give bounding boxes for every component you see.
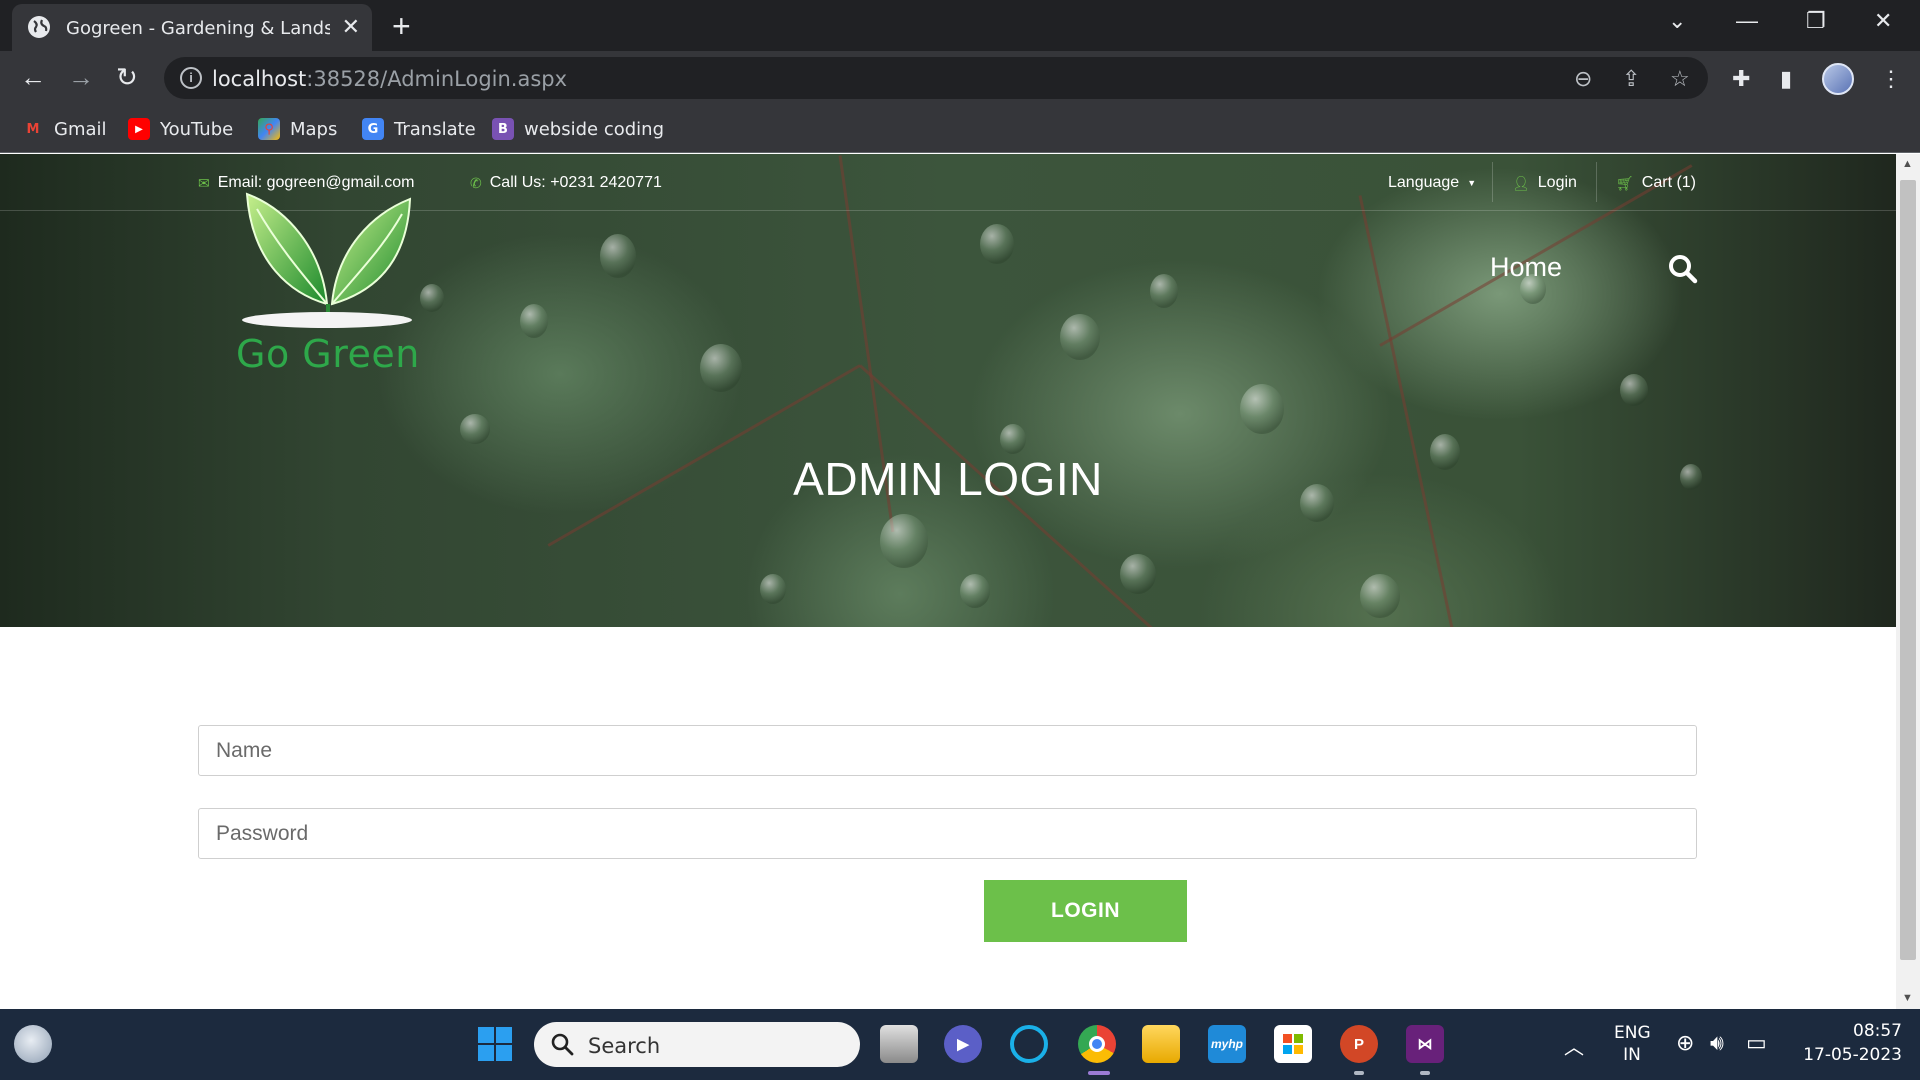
site-info-icon[interactable]: i (180, 67, 202, 89)
phone-icon: ✆ (470, 174, 482, 191)
lang-code: ENG (1614, 1023, 1651, 1043)
language-indicator[interactable]: ENG IN (1614, 1023, 1651, 1065)
login-button[interactable]: LOGIN (984, 880, 1187, 942)
cart-icon: 🛒︎ (1616, 174, 1634, 191)
forward-button[interactable]: → (68, 63, 94, 91)
page-title: ADMIN LOGIN (793, 453, 1103, 505)
logo-text: Go Green (236, 332, 420, 376)
bookmark-label: Maps (290, 118, 338, 140)
scroll-up-icon[interactable]: ▲ (1902, 158, 1913, 170)
bookmark-youtube[interactable]: ▶ YouTube (128, 116, 233, 142)
cart-link[interactable]: 🛒︎ Cart (1) (1616, 174, 1696, 192)
clock-time: 08:57 (1853, 1021, 1902, 1041)
bookmark-label: YouTube (160, 118, 234, 140)
phone-text: Call Us: +0231 2420771 (489, 174, 662, 191)
volume-icon[interactable]: 🔊︎ (1710, 1031, 1724, 1056)
battery-icon[interactable]: ▭ (1746, 1031, 1767, 1056)
caret-down-icon: ▼ (1467, 178, 1477, 188)
youtube-icon: ▶ (128, 118, 150, 140)
teams-chat-icon[interactable]: ▶ (944, 1025, 982, 1063)
profile-avatar[interactable] (1822, 63, 1854, 95)
powerpoint-icon[interactable]: P (1340, 1025, 1378, 1063)
tab-title: Gogreen - Gardening & Landscaping (66, 18, 330, 39)
clock-date: 17-05-2023 (1803, 1045, 1902, 1065)
taskbar-search-box[interactable]: Search (534, 1022, 860, 1067)
language-dropdown[interactable]: Language ▼ (1388, 174, 1476, 192)
bookmark-star-icon[interactable]: ☆ (1670, 66, 1690, 92)
page-viewport: ✉ Email: gogreen@gmail.com ✆ Call Us: +0… (0, 154, 1896, 1009)
search-icon[interactable] (1668, 254, 1698, 284)
region-code: IN (1623, 1045, 1641, 1065)
bookmark-label: Translate (394, 118, 476, 140)
myhp-icon[interactable]: myhp (1208, 1025, 1246, 1063)
nav-home-link[interactable]: Home (1490, 252, 1562, 283)
network-globe-icon[interactable]: ⊕ (1676, 1031, 1694, 1056)
close-window-button[interactable]: ✕ (1874, 10, 1892, 32)
windows-start-icon[interactable] (476, 1025, 514, 1063)
scrollbar-thumb[interactable] (1900, 180, 1916, 960)
share-icon[interactable]: ⇪ (1622, 66, 1640, 92)
new-tab-button[interactable]: + (392, 10, 411, 42)
password-input[interactable] (198, 808, 1697, 859)
bookmark-label: Gmail (54, 118, 107, 140)
tab-search-icon[interactable]: ⌄ (1668, 10, 1686, 32)
login-link[interactable]: 👤︎ Login (1512, 174, 1577, 192)
close-tab-icon[interactable]: ✕ (342, 16, 360, 38)
browser-tab-bar: Gogreen - Gardening & Landscaping ✕ + ⌄ … (0, 0, 1920, 51)
reload-button[interactable]: ↻ (116, 63, 138, 91)
search-icon (551, 1033, 574, 1056)
visual-studio-icon[interactable]: ⋈ (1406, 1025, 1444, 1063)
bookmark-gmail[interactable]: M Gmail (22, 116, 107, 142)
file-explorer-icon[interactable] (1142, 1025, 1180, 1063)
microsoft-store-icon[interactable] (1274, 1025, 1312, 1063)
bookmark-label: webside coding (524, 118, 664, 140)
weather-icon[interactable] (14, 1025, 52, 1063)
side-panel-icon[interactable]: ▮ (1780, 66, 1792, 92)
phone-info: ✆ Call Us: +0231 2420771 (470, 174, 662, 192)
more-menu-icon[interactable]: ⋮ (1880, 66, 1902, 92)
extensions-icon[interactable]: ✚ (1732, 66, 1750, 92)
browser-tab[interactable]: Gogreen - Gardening & Landscaping ✕ (12, 4, 372, 51)
back-button[interactable]: ← (20, 63, 46, 91)
page-scrollbar[interactable]: ▲ ▼ (1896, 154, 1920, 1009)
restore-button[interactable]: ❐ (1806, 10, 1826, 32)
scroll-down-icon[interactable]: ▼ (1902, 992, 1913, 1004)
cart-label: Cart (1) (1641, 174, 1697, 191)
globe-icon (28, 16, 50, 38)
envelope-icon: ✉ (198, 174, 210, 191)
browser-toolbar: ← → ↻ i localhost:38528/AdminLogin.aspx … (0, 51, 1920, 105)
bookmark-maps[interactable]: ⚲ Maps (258, 116, 337, 142)
taskbar-search-label: Search (588, 1034, 661, 1058)
login-link-label: Login (1537, 174, 1577, 191)
language-label: Language (1388, 174, 1460, 191)
name-input[interactable] (198, 725, 1697, 776)
cortana-icon[interactable] (1010, 1025, 1048, 1063)
bootstrap-icon: B (492, 118, 514, 140)
gmail-icon: M (26, 121, 40, 137)
bookmark-translate[interactable]: G Translate (362, 116, 476, 142)
minimize-button[interactable]: — (1736, 10, 1758, 32)
clock[interactable]: 08:57 17-05-2023 (1792, 1021, 1902, 1065)
translate-icon: G (362, 118, 384, 140)
maps-icon: ⚲ (258, 118, 280, 140)
bookmark-webside-coding[interactable]: B webside coding (492, 116, 664, 142)
windows-taskbar: Search ▶ myhp P ⋈ ︿ ENG IN ⊕ 🔊︎ ▭ 08:57 … (0, 1009, 1920, 1080)
url-text[interactable]: localhost:38528/AdminLogin.aspx (212, 67, 567, 91)
show-hidden-icons-chevron[interactable]: ︿ (1564, 1031, 1584, 1060)
hero-banner: ✉ Email: gogreen@gmail.com ✆ Call Us: +0… (0, 154, 1896, 627)
address-bar[interactable]: i localhost:38528/AdminLogin.aspx ⊖ ⇪ ☆ (164, 57, 1708, 99)
zoom-icon[interactable]: ⊖ (1574, 66, 1592, 92)
task-view-icon[interactable] (880, 1025, 918, 1063)
bookmarks-bar: M Gmail ▶ YouTube ⚲ Maps G Translate B w… (0, 105, 1920, 153)
chrome-icon[interactable] (1078, 1025, 1116, 1063)
user-icon: 👤︎ (1512, 174, 1530, 191)
